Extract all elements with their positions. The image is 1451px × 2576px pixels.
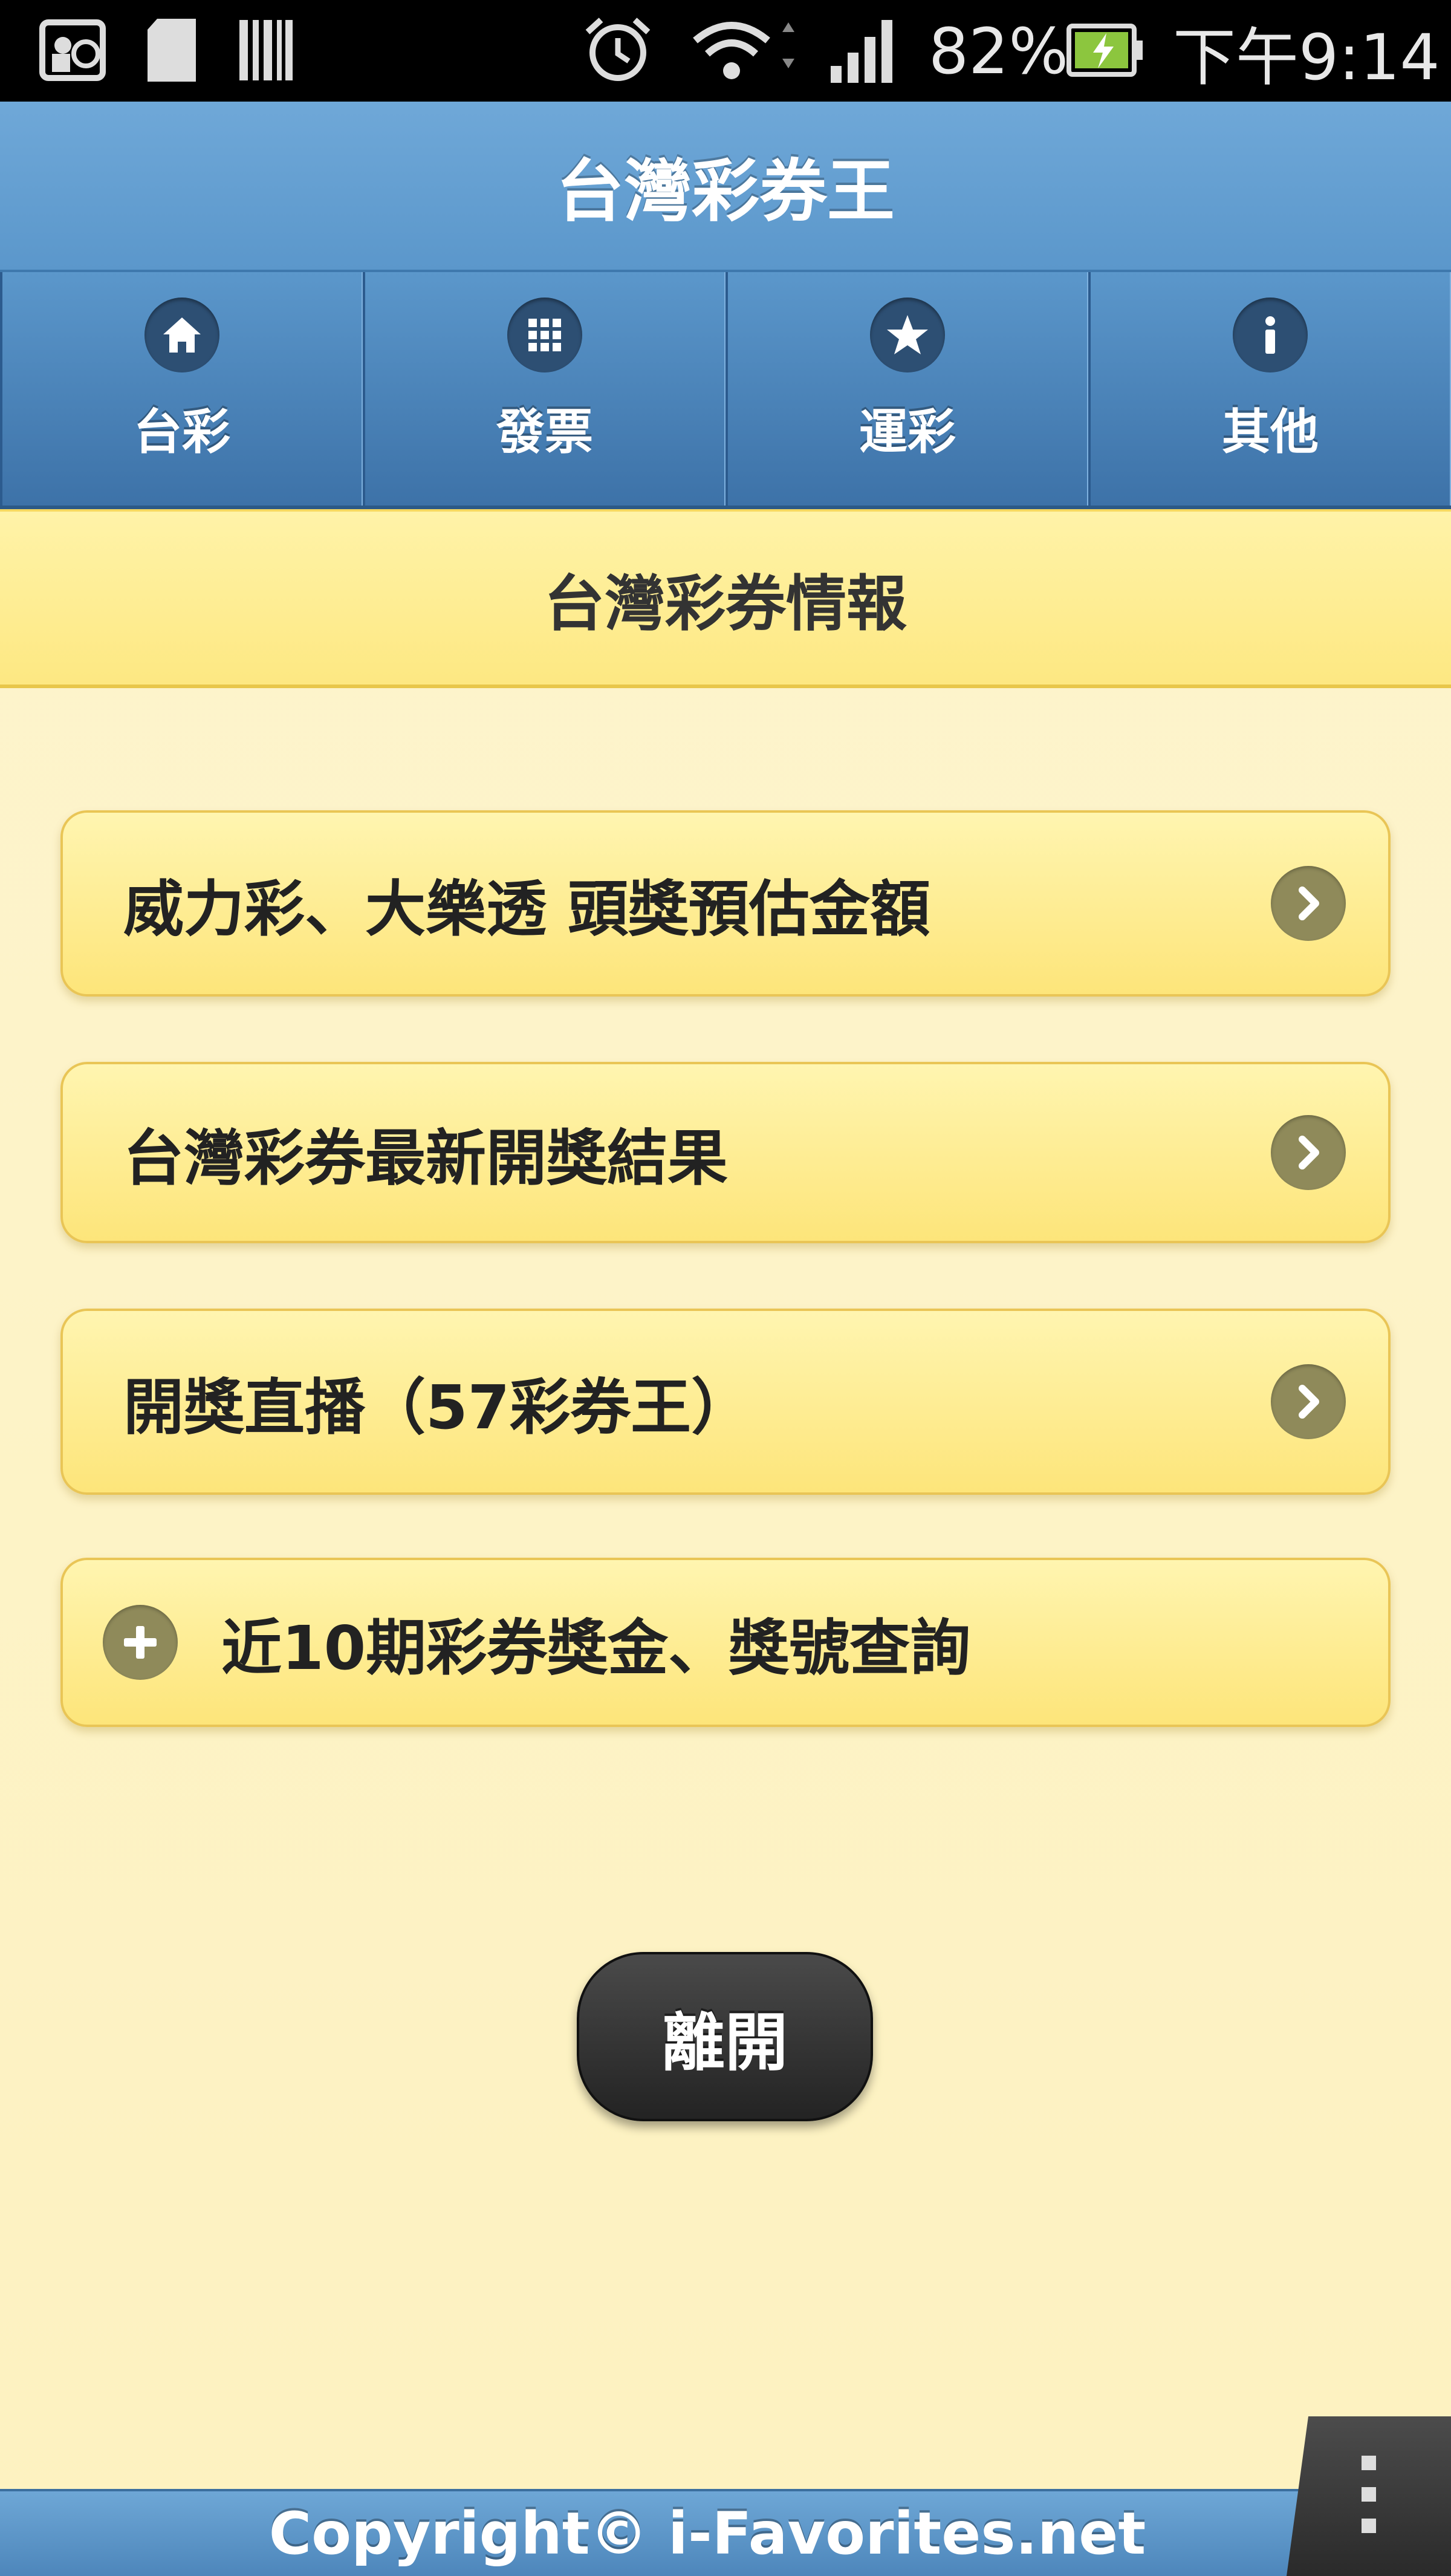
menu-item-label: 近10期彩券獎金、獎號查詢 — [221, 1612, 971, 1683]
chevron-right-icon — [1271, 866, 1346, 941]
leave-button[interactable]: 離開 — [577, 1952, 873, 2121]
info-icon — [1233, 298, 1308, 372]
app-title: 台灣彩券王 — [556, 152, 895, 231]
signal-icon — [828, 17, 898, 83]
chevron-right-icon — [1271, 1364, 1346, 1439]
barcode-icon — [237, 17, 295, 83]
overflow-menu-button[interactable] — [1287, 2416, 1451, 2576]
tab-label: 發票 — [496, 404, 593, 460]
tab-label: 運彩 — [859, 404, 956, 460]
tab-label: 其他 — [1222, 404, 1319, 460]
status-bar: 82% 下午9:14 — [0, 0, 1451, 102]
plus-icon — [103, 1605, 178, 1680]
live-draw-button[interactable]: 開獎直播（57彩券王） — [60, 1309, 1391, 1495]
home-icon — [144, 298, 219, 372]
chevron-right-icon — [1271, 1115, 1346, 1190]
battery-percent: 82% — [929, 15, 1069, 88]
tab-sports-lottery[interactable]: 運彩 — [726, 272, 1088, 506]
menu-item-label: 威力彩、大樂透 頭獎預估金額 — [123, 873, 930, 945]
tab-label: 台彩 — [134, 404, 230, 460]
alarm-icon — [582, 17, 654, 83]
tab-invoice[interactable]: 發票 — [363, 272, 726, 506]
leave-label: 離開 — [661, 2005, 788, 2080]
footer: Copyright© i-Favorites.net — [0, 2489, 1451, 2576]
nav-tabs: 台彩 發票 運彩 其他 — [0, 272, 1451, 509]
menu-item-label: 開獎直播（57彩券王） — [123, 1371, 752, 1443]
photo-icon — [39, 17, 106, 83]
copyright-text: Copyright© i-Favorites.net — [268, 2500, 1146, 2568]
app-header: 台灣彩券王 — [0, 102, 1451, 272]
more-vert-icon — [1351, 2450, 1387, 2543]
star-icon — [870, 298, 945, 372]
jackpot-estimate-button[interactable]: 威力彩、大樂透 頭獎預估金額 — [60, 810, 1391, 997]
wifi-icon — [689, 17, 798, 83]
grid-icon — [507, 298, 582, 372]
latest-results-button[interactable]: 台灣彩券最新開獎結果 — [60, 1062, 1391, 1243]
history-query-collapsible[interactable]: 近10期彩券獎金、獎號查詢 — [60, 1558, 1391, 1727]
menu-item-label: 台灣彩券最新開獎結果 — [123, 1122, 728, 1194]
sd-card-icon — [143, 17, 201, 83]
battery-charging-icon — [1066, 17, 1145, 83]
clock: 下午9:14 — [1173, 20, 1440, 94]
tab-taicai[interactable]: 台彩 — [0, 272, 363, 506]
section-title: 台灣彩券情報 — [544, 568, 907, 639]
tab-other[interactable]: 其他 — [1088, 272, 1451, 506]
section-header: 台灣彩券情報 — [0, 509, 1451, 688]
